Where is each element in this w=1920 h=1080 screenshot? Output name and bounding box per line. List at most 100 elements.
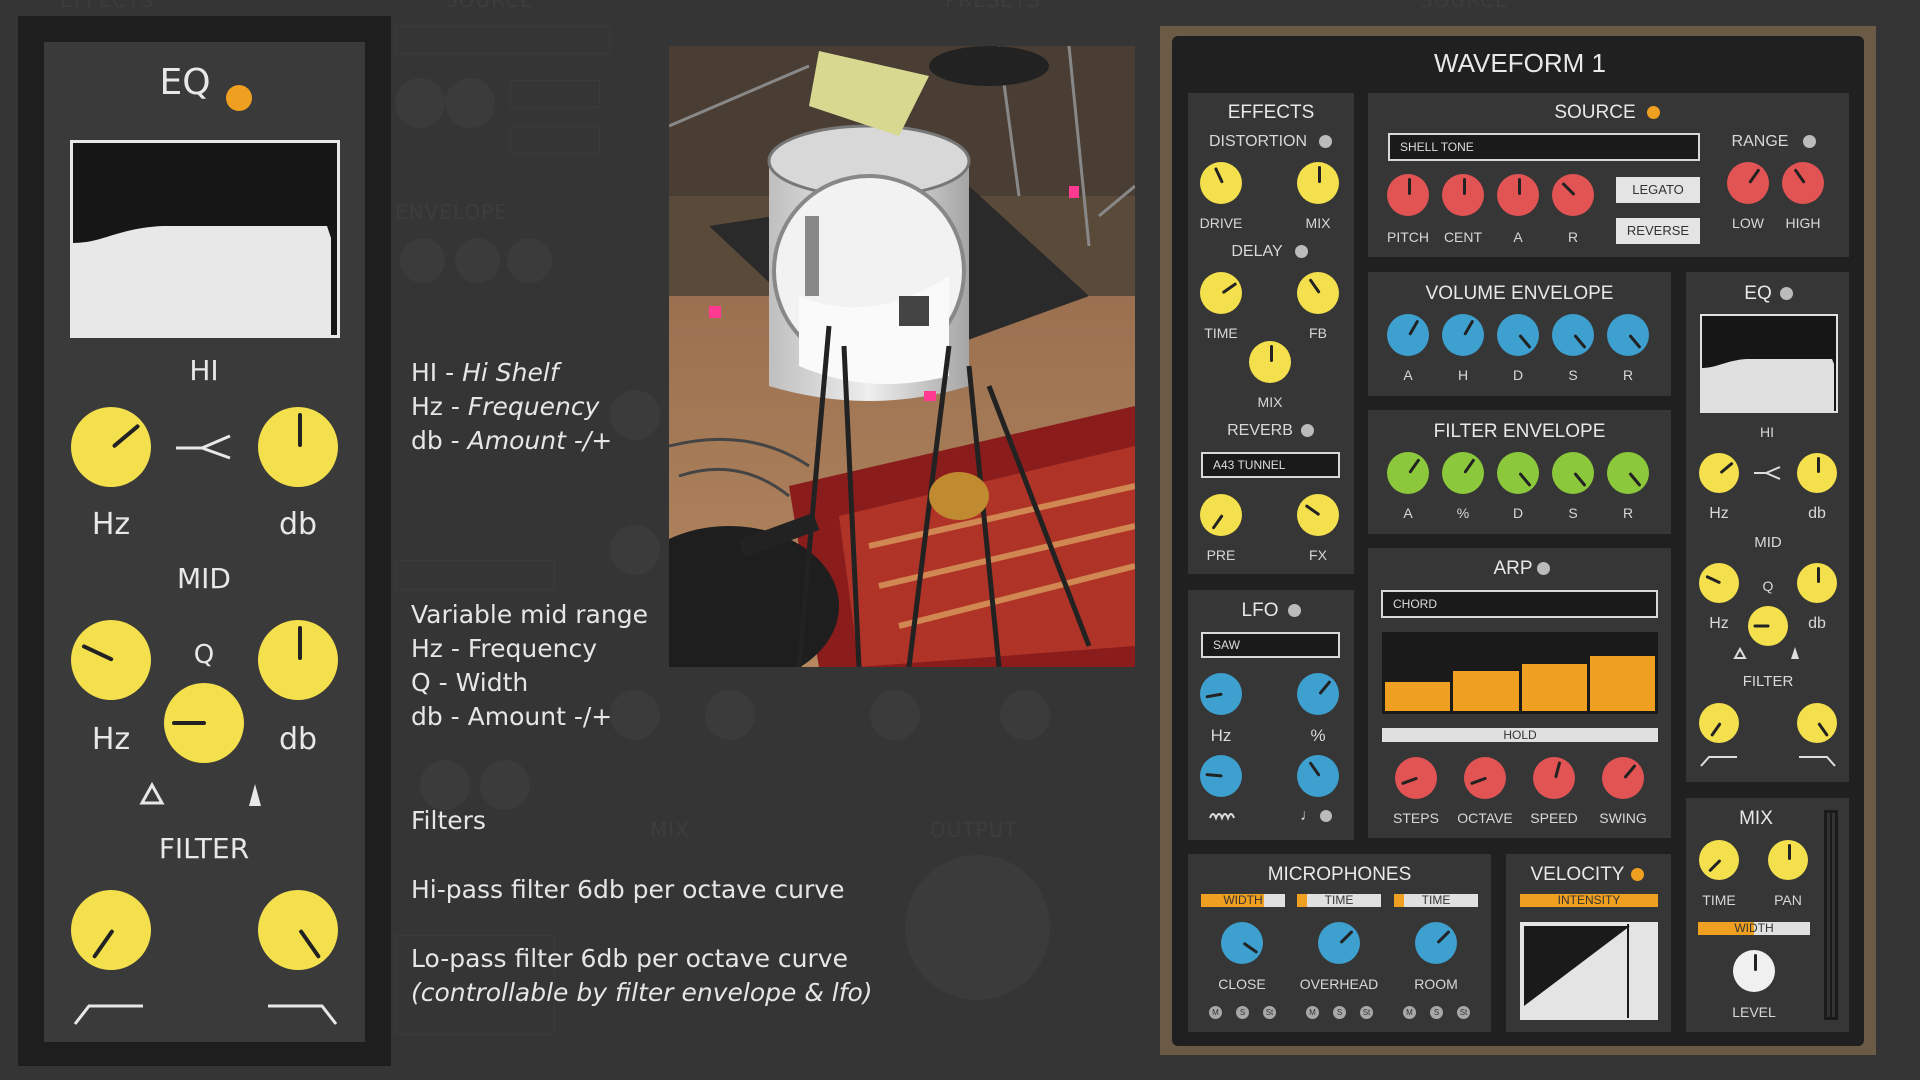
mix-level-knob[interactable] (1733, 950, 1775, 992)
vol-release-knob[interactable] (1607, 314, 1649, 356)
room-mic-knob[interactable] (1415, 922, 1457, 964)
close-mic-knob[interactable] (1221, 922, 1263, 964)
arp-swing-knob[interactable] (1602, 757, 1644, 799)
arp-swing-label: SWING (1599, 810, 1647, 826)
reverb-type-select[interactable]: A43 TUNNEL (1201, 452, 1340, 478)
mix-width-tag[interactable]: WIDTH (1698, 922, 1810, 935)
cent-knob[interactable] (1442, 174, 1484, 216)
reverb-fx-label: FX (1309, 547, 1327, 563)
drive-knob[interactable] (1200, 162, 1242, 204)
range-low-knob[interactable] (1727, 162, 1769, 204)
velocity-curve-display[interactable] (1520, 922, 1658, 1020)
close-solo-button[interactable]: S (1236, 1006, 1249, 1019)
mix-pan-knob[interactable] (1768, 840, 1808, 880)
arp-step-bar[interactable] (1453, 671, 1519, 711)
arp-octave-label: OCTAVE (1457, 810, 1513, 826)
room-stereo-button[interactable]: St (1457, 1006, 1470, 1019)
overhead-time-tag[interactable]: TIME (1297, 894, 1381, 907)
fenv-amount-knob[interactable] (1442, 452, 1484, 494)
lfo-pct-knob[interactable] (1297, 673, 1339, 715)
note-icon: ♩ (1300, 807, 1316, 824)
delay-fb-knob[interactable] (1297, 272, 1339, 314)
bg-knob (455, 238, 500, 283)
mix-time-knob[interactable] (1699, 840, 1739, 880)
delay-led[interactable] (1295, 245, 1308, 258)
overhead-solo-button[interactable]: S (1333, 1006, 1346, 1019)
source-attack-knob[interactable] (1497, 174, 1539, 216)
eq-small-q-knob[interactable] (1748, 606, 1788, 646)
distortion-led[interactable] (1319, 135, 1332, 148)
mid-hz-knob[interactable] (71, 620, 151, 700)
eq-small-q-label: Q (1762, 578, 1774, 594)
room-mute-button[interactable]: M (1403, 1006, 1416, 1019)
vol-attack-knob[interactable] (1387, 314, 1429, 356)
overhead-stereo-button[interactable]: St (1360, 1006, 1373, 1019)
eq-small-led[interactable] (1780, 287, 1793, 300)
room-solo-button[interactable]: S (1430, 1006, 1443, 1019)
legato-button[interactable]: LEGATO (1616, 177, 1700, 203)
source-release-knob[interactable] (1552, 174, 1594, 216)
lfo-sync-knob[interactable] (1297, 755, 1339, 797)
hold-button[interactable]: HOLD (1382, 728, 1658, 742)
reverb-fx-knob[interactable] (1297, 494, 1339, 536)
arp-steps-display[interactable] (1382, 632, 1658, 714)
arp-octave-knob[interactable] (1464, 757, 1506, 799)
eq-small-mid-hz-knob[interactable] (1699, 563, 1739, 603)
fenv-release-knob[interactable] (1607, 452, 1649, 494)
eq-small-hi-db-knob[interactable] (1797, 453, 1837, 493)
mid-db-knob[interactable] (258, 620, 338, 700)
lfo-wave-knob[interactable] (1200, 755, 1242, 797)
close-stereo-button[interactable]: St (1263, 1006, 1276, 1019)
dist-mix-knob[interactable] (1297, 162, 1339, 204)
mix-title: MIX (1739, 808, 1773, 829)
eq-led[interactable] (226, 85, 252, 111)
fenv-decay-knob[interactable] (1497, 452, 1539, 494)
q-knob[interactable] (164, 683, 244, 763)
eq-small-hi-hz-knob[interactable] (1699, 453, 1739, 493)
range-led[interactable] (1803, 135, 1816, 148)
arp-step-bar[interactable] (1385, 682, 1451, 711)
note-db: db - Amount -/+ (411, 426, 613, 455)
lfo-sync-led[interactable] (1320, 810, 1332, 822)
eq-small-mid-db-knob[interactable] (1797, 563, 1837, 603)
pitch-knob[interactable] (1387, 174, 1429, 216)
vol-decay-knob[interactable] (1497, 314, 1539, 356)
close-mute-button[interactable]: M (1209, 1006, 1222, 1019)
hi-db-knob[interactable] (258, 407, 338, 487)
vol-sustain-knob[interactable] (1552, 314, 1594, 356)
eq-small-lopass-knob[interactable] (1797, 703, 1837, 743)
source-led[interactable] (1647, 106, 1660, 119)
reverb-led[interactable] (1301, 424, 1314, 437)
lfo-led[interactable] (1288, 604, 1301, 617)
hi-hz-knob[interactable] (71, 407, 151, 487)
arp-step-bar[interactable] (1521, 663, 1587, 711)
intensity-tag[interactable]: INTENSITY (1520, 894, 1658, 907)
hipass-knob[interactable] (71, 890, 151, 970)
lfo-hz-knob[interactable] (1200, 673, 1242, 715)
delay-time-knob[interactable] (1200, 272, 1242, 314)
arp-led[interactable] (1537, 562, 1550, 575)
vol-hold-knob[interactable] (1442, 314, 1484, 356)
source-attack-label: A (1513, 229, 1523, 245)
arp-step-bar[interactable] (1589, 656, 1655, 711)
eq-small-hipass-knob[interactable] (1699, 703, 1739, 743)
close-width-tag[interactable]: WIDTH (1201, 894, 1285, 907)
overhead-mic-knob[interactable] (1318, 922, 1360, 964)
bg-knob (870, 690, 920, 740)
reverse-button[interactable]: REVERSE (1616, 218, 1700, 244)
arp-speed-knob[interactable] (1533, 757, 1575, 799)
overhead-mute-button[interactable]: M (1306, 1006, 1319, 1019)
range-high-knob[interactable] (1782, 162, 1824, 204)
arp-steps-knob[interactable] (1395, 757, 1437, 799)
sample-select[interactable]: SHELL TONE (1388, 133, 1700, 161)
fenv-sustain-knob[interactable] (1552, 452, 1594, 494)
delay-mix-knob[interactable] (1249, 341, 1291, 383)
room-time-tag[interactable]: TIME (1394, 894, 1478, 907)
reverb-pre-knob[interactable] (1200, 494, 1242, 536)
velocity-led[interactable] (1631, 868, 1644, 881)
reverb-label: REVERB (1227, 422, 1293, 439)
arp-mode-select[interactable]: CHORD (1381, 590, 1658, 618)
fenv-attack-knob[interactable] (1387, 452, 1429, 494)
lopass-knob[interactable] (258, 890, 338, 970)
lfo-shape-select[interactable]: SAW (1201, 632, 1340, 658)
